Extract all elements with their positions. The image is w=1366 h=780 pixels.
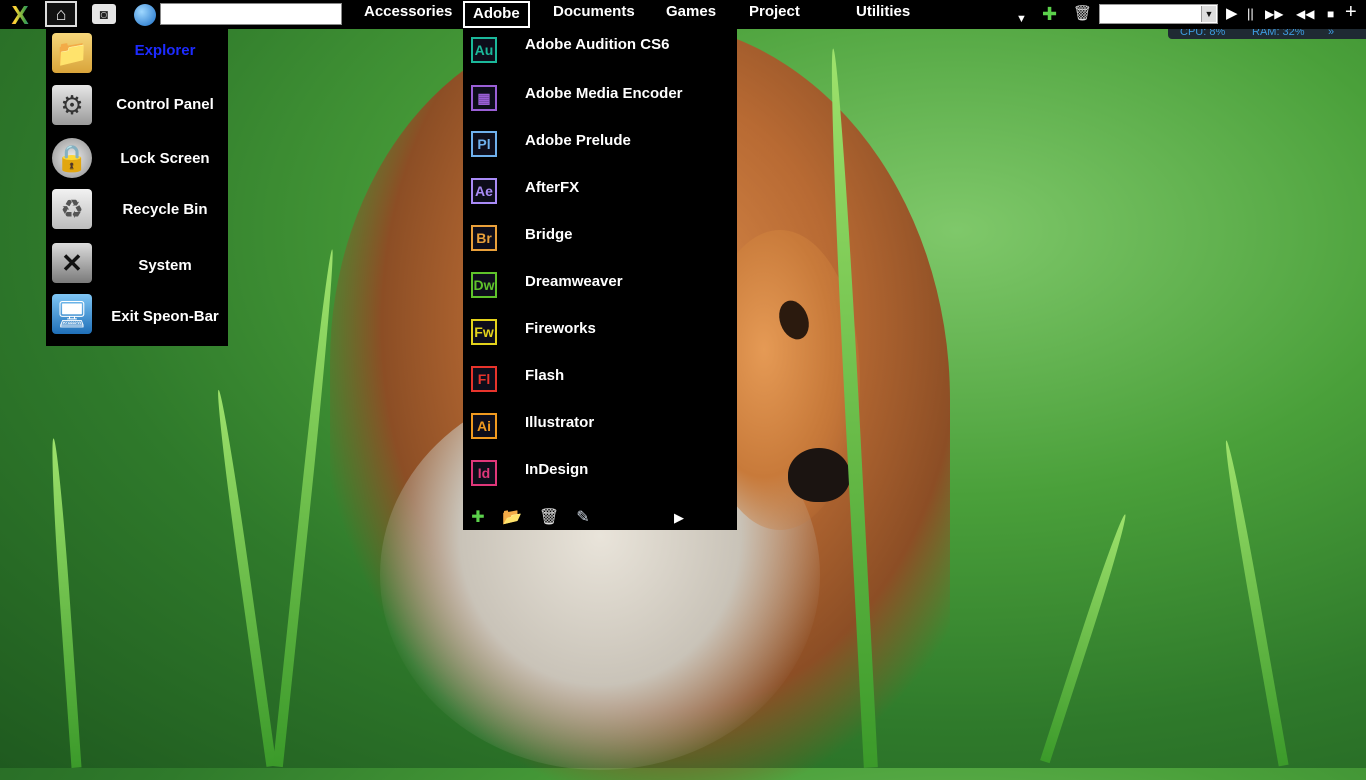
wallpaper-grass bbox=[213, 389, 277, 767]
home-icon[interactable]: ⌂ bbox=[45, 1, 77, 27]
menu-adobe[interactable]: Adobe bbox=[463, 1, 530, 28]
start-item-label: Recycle Bin bbox=[122, 201, 208, 218]
add-item-icon[interactable]: ✚ bbox=[466, 507, 490, 529]
menu-accessories[interactable]: Accessories bbox=[364, 0, 452, 28]
adobe-item-label: Adobe Prelude bbox=[525, 132, 631, 149]
search-input[interactable] bbox=[160, 3, 342, 25]
adobe-item-label: Illustrator bbox=[525, 414, 595, 431]
start-item-recycle-bin[interactable]: ♻ Recycle Bin bbox=[46, 187, 228, 237]
start-item-lock-screen[interactable]: 🔒 Lock Screen bbox=[46, 135, 228, 185]
adobe-item-bridge[interactable]: Br Bridge bbox=[463, 223, 737, 263]
adobe-item-dreamweaver[interactable]: Dw Dreamweaver bbox=[463, 270, 737, 310]
wallpaper-grass bbox=[272, 248, 338, 768]
forward-icon[interactable]: ▶▶ bbox=[1265, 3, 1283, 25]
adobe-item-fireworks[interactable]: Fw Fireworks bbox=[463, 317, 737, 357]
more-arrow-icon[interactable]: ▶ bbox=[667, 507, 691, 529]
adobe-item-media-encoder[interactable]: ▦ Adobe Media Encoder bbox=[463, 82, 737, 122]
chevron-down-icon[interactable]: ▼ bbox=[1201, 6, 1216, 22]
wallpaper-grass bbox=[48, 438, 82, 768]
adobe-item-audition[interactable]: Au Adobe Audition CS6 bbox=[463, 34, 737, 74]
menu-utilities[interactable]: Utilities bbox=[856, 0, 910, 28]
taskbar-dropdown[interactable]: ▼ bbox=[1099, 4, 1218, 24]
start-item-explorer[interactable]: 📁 Explorer bbox=[46, 29, 228, 79]
start-item-control-panel[interactable]: ⚙ Control Panel bbox=[46, 81, 228, 131]
taskbar: X ⌂ ◙ Accessories Adobe Documents Games … bbox=[0, 0, 1366, 29]
wallpaper-fox-nose bbox=[788, 448, 850, 502]
wallpaper-grass bbox=[1221, 439, 1289, 767]
adobe-item-indesign[interactable]: Id InDesign bbox=[463, 458, 737, 498]
system-icon: ✕ bbox=[52, 243, 92, 283]
system-stats: CPU: 8% RAM: 32% » bbox=[1168, 29, 1366, 39]
exit-icon: 🖥 bbox=[52, 294, 92, 334]
wallpaper-grass bbox=[826, 48, 878, 768]
start-item-label: Lock Screen bbox=[120, 150, 210, 167]
prelude-icon: Pl bbox=[471, 131, 497, 157]
fireworks-icon: Fw bbox=[471, 319, 497, 345]
adobe-item-label: Fireworks bbox=[525, 320, 596, 337]
adobe-item-label: Dreamweaver bbox=[525, 273, 623, 290]
adobe-item-flash[interactable]: Fl Flash bbox=[463, 364, 737, 404]
adobe-item-prelude[interactable]: Pl Adobe Prelude bbox=[463, 129, 737, 169]
folder-add-icon[interactable]: 📂 bbox=[500, 507, 524, 529]
control-panel-icon: ⚙ bbox=[52, 85, 92, 125]
recycle-bin-icon: ♻ bbox=[52, 189, 92, 229]
adobe-item-illustrator[interactable]: Ai Illustrator bbox=[463, 411, 737, 451]
adobe-item-afterfx[interactable]: Ae AfterFX bbox=[463, 176, 737, 216]
add-icon[interactable]: + bbox=[1345, 1, 1357, 23]
adobe-item-label: InDesign bbox=[525, 461, 589, 478]
wallpaper-grass bbox=[1040, 512, 1130, 764]
add-shortcut-icon[interactable]: ✚ bbox=[1042, 3, 1057, 25]
afterfx-icon: Ae bbox=[471, 178, 497, 204]
menu-games[interactable]: Games bbox=[666, 0, 716, 28]
start-item-exit[interactable]: 🖥 Exit Speon-Bar bbox=[46, 293, 228, 343]
indesign-icon: Id bbox=[471, 460, 497, 486]
start-menu: 📁 Explorer ⚙ Control Panel 🔒 Lock Screen… bbox=[46, 29, 228, 346]
menu-documents[interactable]: Documents bbox=[553, 0, 635, 28]
start-item-label: Exit Speon-Bar bbox=[111, 308, 219, 325]
dreamweaver-icon: Dw bbox=[471, 272, 497, 298]
speon-logo-icon[interactable]: X bbox=[5, 2, 35, 28]
flash-icon: Fl bbox=[471, 366, 497, 392]
edit-icon[interactable]: ✎ bbox=[571, 507, 595, 529]
adobe-item-label: Flash bbox=[525, 367, 565, 384]
adobe-item-label: Adobe Media Encoder bbox=[525, 85, 683, 102]
pause-icon[interactable]: || bbox=[1247, 3, 1254, 25]
wallpaper-fox-eye bbox=[774, 296, 814, 344]
globe-icon[interactable] bbox=[134, 4, 156, 26]
start-item-label: Explorer bbox=[134, 42, 196, 59]
audition-icon: Au bbox=[471, 37, 497, 63]
bridge-icon: Br bbox=[471, 225, 497, 251]
adobe-item-label: AfterFX bbox=[525, 179, 580, 196]
overflow-arrow-icon[interactable]: ▼ bbox=[1016, 8, 1027, 30]
pin-icon[interactable]: » bbox=[1328, 29, 1334, 38]
menu-project[interactable]: Project bbox=[749, 0, 800, 28]
adobe-menu: Au Adobe Audition CS6 ▦ Adobe Media Enco… bbox=[463, 29, 737, 530]
trash-icon[interactable]: 🗑 bbox=[1073, 3, 1092, 25]
start-item-system[interactable]: ✕ System bbox=[46, 242, 228, 292]
adobe-item-label: Bridge bbox=[525, 226, 573, 243]
media-encoder-icon: ▦ bbox=[471, 85, 497, 111]
lock-icon: 🔒 bbox=[52, 138, 92, 178]
start-item-label: Control Panel bbox=[116, 96, 214, 113]
trash-icon[interactable]: 🗑 bbox=[537, 507, 561, 529]
illustrator-icon: Ai bbox=[471, 413, 497, 439]
start-item-label: System bbox=[138, 257, 192, 274]
play-icon[interactable]: ▶ bbox=[1226, 3, 1238, 25]
folder-icon: 📁 bbox=[52, 33, 92, 73]
cpu-readout: CPU: 8% bbox=[1180, 29, 1226, 38]
rewind-icon[interactable]: ◀◀ bbox=[1296, 3, 1314, 25]
camera-icon[interactable]: ◙ bbox=[92, 4, 116, 24]
stop-icon[interactable]: ■ bbox=[1327, 3, 1334, 25]
adobe-item-label: Adobe Audition CS6 bbox=[525, 36, 670, 53]
ram-readout: RAM: 32% bbox=[1252, 29, 1305, 38]
